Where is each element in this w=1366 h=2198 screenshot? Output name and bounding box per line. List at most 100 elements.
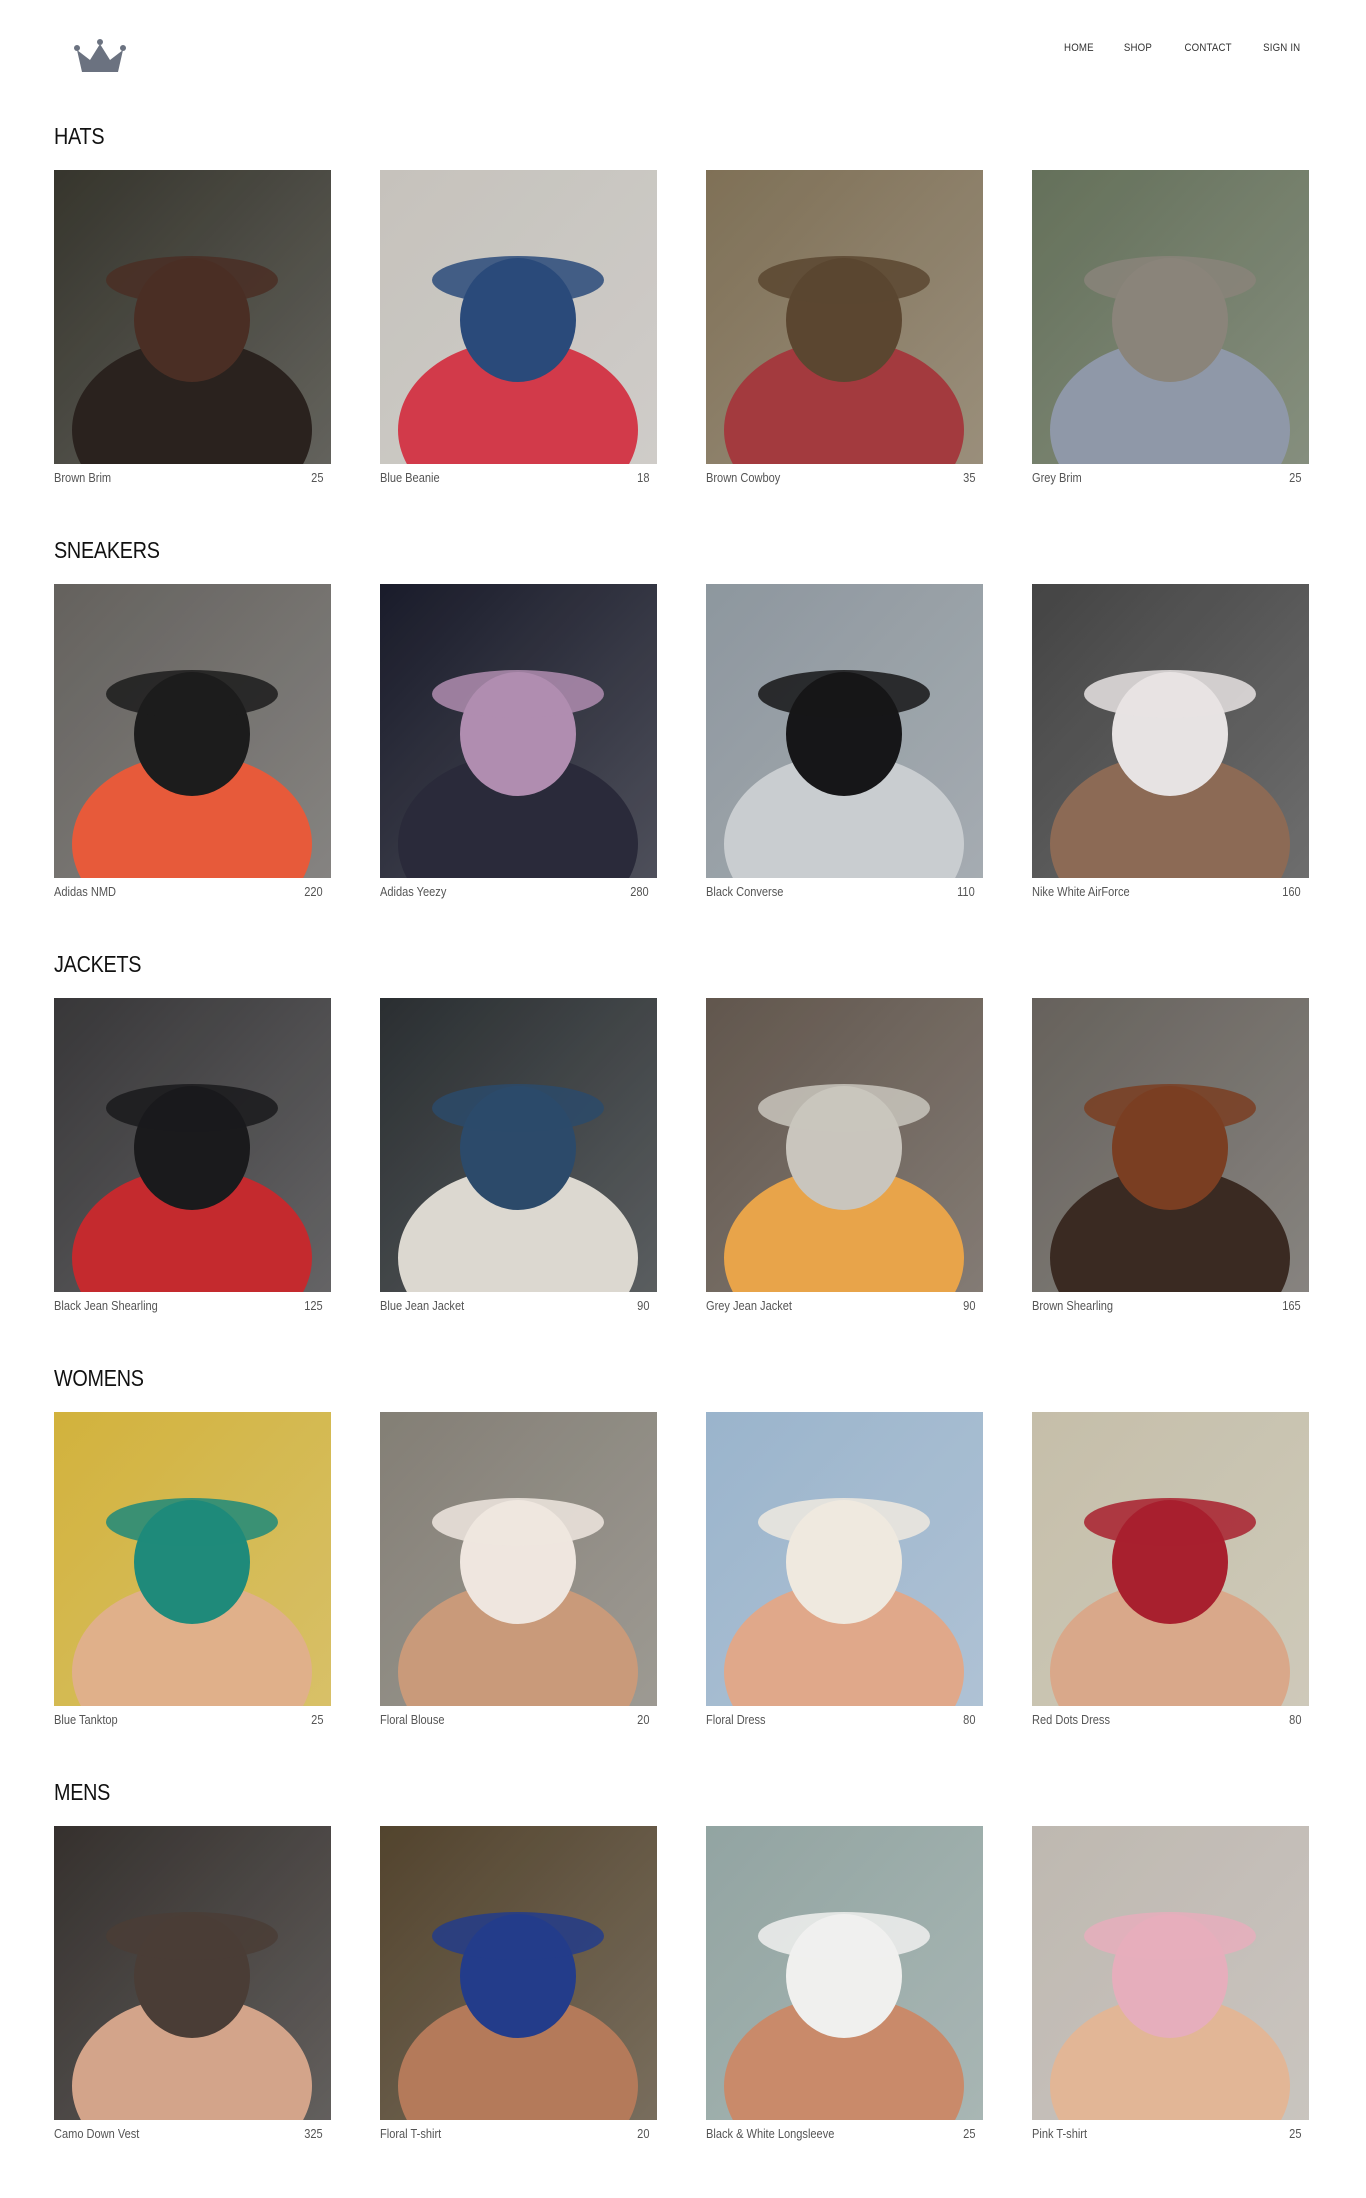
product-card[interactable]: Brown Brim 25 bbox=[54, 170, 331, 506]
product-image[interactable] bbox=[54, 998, 331, 1292]
product-card[interactable]: Camo Down Vest 325 bbox=[54, 1826, 331, 2162]
product-name: Blue Beanie bbox=[380, 470, 440, 485]
product-image[interactable] bbox=[1032, 998, 1309, 1292]
product-grid: Black Jean Shearling 125 Blue Jean Jacket 9… bbox=[54, 998, 1314, 1338]
crown-logo-icon[interactable] bbox=[74, 38, 126, 78]
product-image[interactable] bbox=[54, 584, 331, 878]
product-image[interactable] bbox=[706, 170, 983, 464]
product-card[interactable]: Brown Cowboy 35 bbox=[706, 170, 983, 506]
product-name: Adidas NMD bbox=[54, 884, 117, 899]
collection-title[interactable]: WOMENS bbox=[54, 1360, 1138, 1396]
product-price: 90 bbox=[636, 1298, 649, 1313]
product-image[interactable] bbox=[380, 1412, 657, 1706]
product-name: Grey Jean Jacket bbox=[706, 1298, 792, 1313]
product-image[interactable] bbox=[706, 998, 983, 1292]
product-price: 280 bbox=[630, 884, 649, 899]
product-price: 125 bbox=[304, 1298, 323, 1313]
product-price: 20 bbox=[636, 2126, 649, 2141]
product-card[interactable]: Grey Jean Jacket 90 bbox=[706, 998, 983, 1334]
product-price: 25 bbox=[1288, 2126, 1301, 2141]
product-name: Black Converse bbox=[706, 884, 784, 899]
product-image[interactable] bbox=[54, 1826, 331, 2120]
product-name: Brown Brim bbox=[54, 470, 112, 485]
product-price: 25 bbox=[310, 470, 323, 485]
product-name: Blue Tanktop bbox=[54, 1712, 118, 1727]
product-card[interactable]: Grey Brim 25 bbox=[1032, 170, 1309, 506]
product-name: Camo Down Vest bbox=[54, 2126, 140, 2141]
product-grid: Blue Tanktop 25 Floral Blouse 20 Floral Dres… bbox=[54, 1412, 1314, 1752]
product-grid: Adidas NMD 220 Adidas Yeezy 280 Black Conver… bbox=[54, 584, 1314, 924]
product-image[interactable] bbox=[1032, 1412, 1309, 1706]
product-image[interactable] bbox=[706, 1826, 983, 2120]
product-card[interactable]: Brown Shearling 165 bbox=[1032, 998, 1309, 1334]
product-card[interactable]: Adidas NMD 220 bbox=[54, 584, 331, 920]
product-card[interactable]: Black & White Longsleeve 25 bbox=[706, 1826, 983, 2162]
product-card[interactable]: Nike White AirForce 160 bbox=[1032, 584, 1309, 920]
product-price: 80 bbox=[1288, 1712, 1301, 1727]
product-price: 325 bbox=[304, 2126, 323, 2141]
product-card[interactable]: Black Jean Shearling 125 bbox=[54, 998, 331, 1334]
product-price: 165 bbox=[1282, 1298, 1301, 1313]
main-nav: HOME SHOP CONTACT SIGN IN bbox=[1034, 42, 1300, 54]
product-grid: Brown Brim 25 Blue Beanie 18 Brown Cowboy 35 G… bbox=[54, 170, 1314, 510]
collection-title[interactable]: SNEAKERS bbox=[54, 532, 1138, 568]
collection-title[interactable]: MENS bbox=[54, 1774, 1138, 1810]
product-image[interactable] bbox=[1032, 1826, 1309, 2120]
product-image[interactable] bbox=[380, 170, 657, 464]
product-price: 220 bbox=[304, 884, 323, 899]
nav-sign-in-link[interactable]: SIGN IN bbox=[1263, 42, 1300, 54]
product-card[interactable]: Blue Beanie 18 bbox=[380, 170, 657, 506]
product-card[interactable]: Red Dots Dress 80 bbox=[1032, 1412, 1309, 1748]
product-price: 160 bbox=[1282, 884, 1301, 899]
product-price: 35 bbox=[962, 470, 975, 485]
product-name: Red Dots Dress bbox=[1032, 1712, 1110, 1727]
product-price: 80 bbox=[962, 1712, 975, 1727]
product-card[interactable]: Floral Blouse 20 bbox=[380, 1412, 657, 1748]
product-image[interactable] bbox=[54, 1412, 331, 1706]
product-price: 25 bbox=[962, 2126, 975, 2141]
site-header: HOME SHOP CONTACT SIGN IN bbox=[0, 0, 1366, 110]
product-price: 20 bbox=[636, 1712, 649, 1727]
product-name: Grey Brim bbox=[1032, 470, 1082, 485]
product-price: 90 bbox=[962, 1298, 975, 1313]
product-image[interactable] bbox=[380, 998, 657, 1292]
product-card[interactable]: Blue Jean Jacket 90 bbox=[380, 998, 657, 1334]
collection-title[interactable]: HATS bbox=[54, 118, 1138, 154]
product-image[interactable] bbox=[706, 584, 983, 878]
product-image[interactable] bbox=[380, 1826, 657, 2120]
product-image[interactable] bbox=[1032, 584, 1309, 878]
product-name: Brown Cowboy bbox=[706, 470, 781, 485]
product-card[interactable]: Adidas Yeezy 280 bbox=[380, 584, 657, 920]
collection-preview-womens: WOMENS Blue Tanktop 25 Floral Blouse 20 Flora… bbox=[54, 1360, 1314, 1727]
product-grid: Camo Down Vest 325 Floral T-shirt 20 Black &… bbox=[54, 1826, 1314, 2166]
product-name: Brown Shearling bbox=[1032, 1298, 1114, 1313]
product-card[interactable]: Floral T-shirt 20 bbox=[380, 1826, 657, 2162]
nav-contact-link[interactable]: CONTACT bbox=[1184, 42, 1231, 54]
product-name: Floral T-shirt bbox=[380, 2126, 442, 2141]
product-card[interactable]: Black Converse 110 bbox=[706, 584, 983, 920]
nav-home-link[interactable]: HOME bbox=[1064, 42, 1094, 54]
product-name: Nike White AirForce bbox=[1032, 884, 1130, 899]
product-name: Black & White Longsleeve bbox=[706, 2126, 835, 2141]
collection-title[interactable]: JACKETS bbox=[54, 946, 1138, 982]
product-image[interactable] bbox=[380, 584, 657, 878]
collection-preview-mens: MENS Camo Down Vest 325 Floral T-shirt 20 Bla… bbox=[54, 1774, 1314, 2141]
product-price: 25 bbox=[1288, 470, 1301, 485]
product-name: Pink T-shirt bbox=[1032, 2126, 1088, 2141]
product-image[interactable] bbox=[54, 170, 331, 464]
product-price: 18 bbox=[636, 470, 649, 485]
product-name: Blue Jean Jacket bbox=[380, 1298, 465, 1313]
product-price: 25 bbox=[310, 1712, 323, 1727]
product-image[interactable] bbox=[706, 1412, 983, 1706]
product-card[interactable]: Pink T-shirt 25 bbox=[1032, 1826, 1309, 2162]
product-name: Floral Blouse bbox=[380, 1712, 445, 1727]
nav-shop-link[interactable]: SHOP bbox=[1124, 42, 1152, 54]
product-card[interactable]: Blue Tanktop 25 bbox=[54, 1412, 331, 1748]
product-name: Floral Dress bbox=[706, 1712, 766, 1727]
collection-preview-hats: HATS Brown Brim 25 Blue Beanie 18 Brown Cowbo… bbox=[54, 118, 1314, 485]
product-card[interactable]: Floral Dress 80 bbox=[706, 1412, 983, 1748]
product-price: 110 bbox=[957, 884, 975, 899]
product-name: Black Jean Shearling bbox=[54, 1298, 158, 1313]
collection-preview-sneakers: SNEAKERS Adidas NMD 220 Adidas Yeezy 280 Blac… bbox=[54, 532, 1314, 899]
product-image[interactable] bbox=[1032, 170, 1309, 464]
